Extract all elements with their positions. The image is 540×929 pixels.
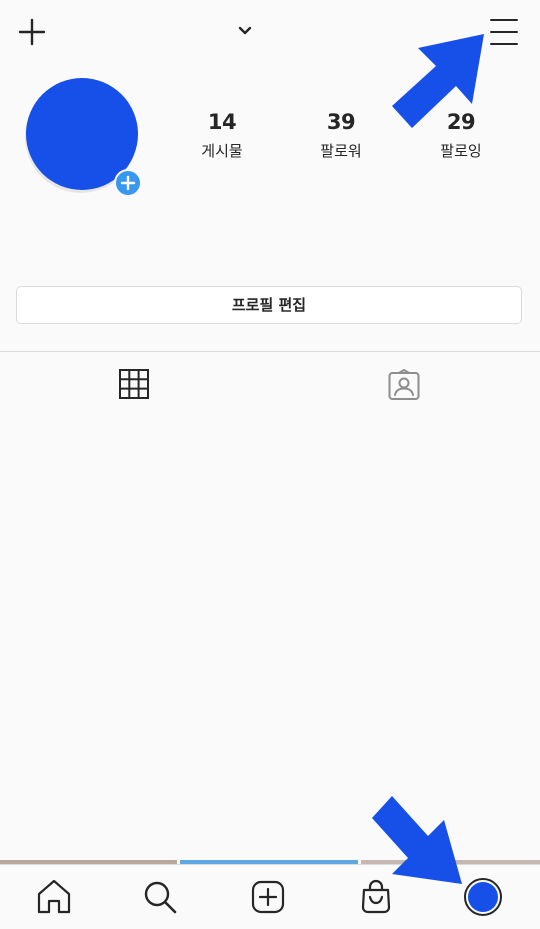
following-stat[interactable]: 29 팔로잉 xyxy=(411,108,511,162)
chevron-down-icon[interactable] xyxy=(236,22,254,40)
edit-profile-button[interactable]: 프로필 편집 xyxy=(16,286,522,324)
nav-avatar xyxy=(464,878,502,916)
home-icon[interactable] xyxy=(34,877,74,917)
tab-posts-grid[interactable] xyxy=(0,352,270,416)
posts-count: 14 xyxy=(207,110,237,134)
profile-avatar-container xyxy=(26,78,142,197)
tagged-person-icon xyxy=(388,369,420,400)
posts-label: 게시물 xyxy=(201,142,243,160)
new-post-icon[interactable] xyxy=(248,877,288,917)
hamburger-menu-icon[interactable] xyxy=(488,16,520,48)
following-count: 29 xyxy=(446,110,476,134)
profile-avatar-icon[interactable] xyxy=(464,878,506,920)
followers-count: 39 xyxy=(326,110,356,134)
top-bar xyxy=(0,0,540,64)
tab-tagged[interactable] xyxy=(270,352,540,416)
plus-badge-icon[interactable] xyxy=(114,169,142,197)
search-icon[interactable] xyxy=(140,877,180,917)
shopping-bag-icon[interactable] xyxy=(356,877,396,917)
bottom-navigation xyxy=(0,864,540,929)
following-label: 팔로잉 xyxy=(440,142,482,160)
followers-label: 팔로워 xyxy=(320,142,362,160)
followers-stat[interactable]: 39 팔로워 xyxy=(291,108,391,162)
posts-stat[interactable]: 14 게시물 xyxy=(172,108,272,162)
plus-icon[interactable] xyxy=(16,16,48,48)
grid-icon xyxy=(119,369,149,399)
